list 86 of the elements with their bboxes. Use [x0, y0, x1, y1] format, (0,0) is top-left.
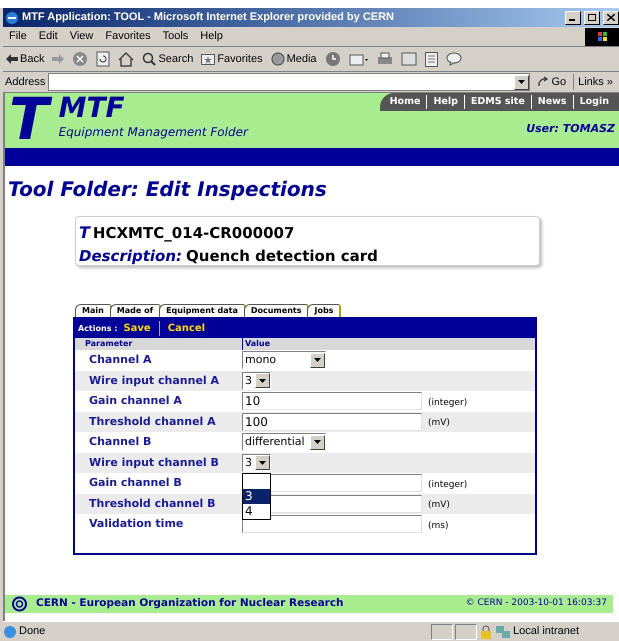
status-pane	[431, 624, 453, 640]
action-link[interactable]: Cancel	[158, 321, 206, 336]
status-pane	[455, 624, 477, 640]
search-icon	[142, 52, 156, 66]
arrow-icon	[537, 76, 550, 88]
close-icon	[607, 14, 615, 21]
history-icon[interactable]	[324, 51, 341, 67]
text-field[interactable]: 10	[242, 392, 422, 410]
maximize-icon	[588, 14, 596, 21]
refresh-icon[interactable]	[96, 51, 110, 67]
back-button[interactable]: Back	[6, 50, 44, 68]
home-icon[interactable]	[118, 52, 134, 66]
unit-label: (mV)	[428, 417, 450, 430]
parameter-label: Gain channel A	[88, 393, 183, 409]
maximize-button[interactable]	[584, 10, 600, 24]
unit-label: (integer)	[428, 478, 468, 492]
description-text: Quench detection card	[186, 246, 378, 267]
tab[interactable]: Jobs	[307, 304, 342, 317]
media-button[interactable]: Media	[270, 50, 317, 68]
menu-item[interactable]: File	[3, 28, 33, 45]
links-button[interactable]: Links »	[573, 74, 617, 90]
select-field[interactable]: 3	[242, 372, 271, 390]
menu-item[interactable]: Favorites	[99, 28, 157, 45]
parameter-label: Channel B	[88, 434, 152, 450]
unit-label: (mV)	[428, 499, 450, 512]
site-title: MTF	[58, 93, 126, 123]
nav-link[interactable]: News	[530, 94, 573, 110]
menu-item[interactable]: View	[64, 28, 100, 45]
nav-link[interactable]: Home	[384, 94, 426, 110]
menu-item[interactable]: Tools	[156, 28, 194, 45]
tab[interactable]: Equipment data	[159, 304, 246, 317]
select-field[interactable]: differential	[242, 433, 326, 452]
parameter-label: Threshold channel B	[88, 496, 217, 512]
menu-item[interactable]: Edit	[32, 28, 64, 45]
unit-label: (integer)	[428, 396, 468, 410]
stop-icon[interactable]	[72, 51, 88, 67]
speech-bubble-icon[interactable]	[446, 52, 462, 66]
print-icon[interactable]	[376, 52, 393, 66]
parameter-label: Validation time	[88, 516, 184, 532]
favorites-button[interactable]: Favorites	[201, 50, 263, 68]
column-header: Parameter	[84, 338, 134, 350]
star-folder-icon	[201, 53, 216, 65]
tab[interactable]: Documents	[244, 304, 310, 317]
tab[interactable]: Main	[75, 304, 112, 317]
address-field[interactable]	[48, 73, 530, 91]
nav-link[interactable]: Login	[572, 94, 615, 110]
user-label: User: TOMASZ	[526, 121, 615, 137]
action-link[interactable]: Save	[123, 321, 153, 336]
minimize-button[interactable]	[565, 10, 581, 24]
parameter-label: Gain channel B	[88, 475, 183, 491]
select-field[interactable]: 3	[242, 454, 271, 472]
parameter-label: Channel A	[88, 352, 153, 368]
close-button[interactable]	[603, 10, 619, 24]
tool-id: HCXMTC_014-CR000007	[92, 223, 294, 244]
status-text: Done	[19, 624, 46, 640]
description-label: Description:	[79, 246, 182, 267]
site-subtitle: Equipment Management Folder	[58, 124, 248, 141]
dropdown-option[interactable]: 3	[243, 488, 270, 504]
nav-link[interactable]: EDMS site	[464, 94, 531, 110]
window-title: MTF Application: TOOL - Microsoft Internet Explorer provided by CERN	[22, 10, 395, 26]
zone-text: Local intranet	[513, 624, 580, 640]
menu-item[interactable]: Help	[194, 28, 229, 45]
type-letter: T	[79, 222, 90, 244]
nav-link[interactable]: Help	[426, 94, 464, 110]
search-button[interactable]: Search	[142, 50, 194, 68]
cern-logo-icon	[11, 596, 28, 612]
go-button[interactable]: Go	[533, 74, 570, 90]
parameter-label: Threshold channel A	[88, 414, 217, 430]
parameter-label: Wire input channel A	[88, 372, 220, 388]
parameter-label: Wire input channel B	[88, 454, 220, 470]
padlock-icon	[479, 624, 493, 638]
back-arrow-icon	[6, 54, 18, 64]
select-field[interactable]: mono	[242, 351, 326, 370]
copyright-text: © CERN - 2003-10-01 16:03:37	[466, 597, 607, 610]
document-icon[interactable]	[424, 52, 438, 66]
actions-label: Actions :	[78, 322, 118, 334]
tab[interactable]: Made of	[110, 304, 162, 317]
windows-logo-icon	[585, 28, 619, 46]
dropdown-option[interactable]: 4	[243, 504, 270, 519]
page-title: Tool Folder: Edit Inspections	[8, 176, 328, 203]
address-label: Address	[5, 74, 46, 90]
text-field[interactable]	[242, 515, 422, 534]
unit-label: (ms)	[428, 520, 448, 532]
organization-name: CERN - European Organization for Nuclear Research	[36, 596, 345, 612]
text-field[interactable]: 100	[242, 412, 422, 431]
network-icon	[495, 624, 511, 638]
